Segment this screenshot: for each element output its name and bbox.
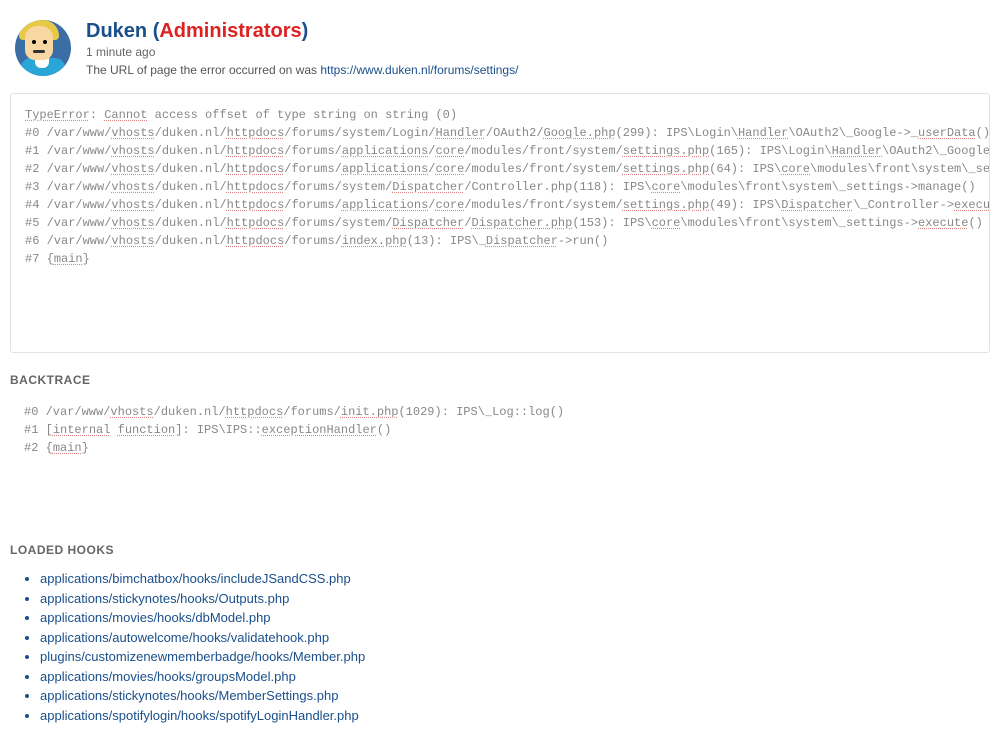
- url-prefix: The URL of page the error occurred on wa…: [86, 63, 320, 77]
- hook-item[interactable]: applications/movies/hooks/dbModel.php: [40, 608, 990, 628]
- hook-item[interactable]: applications/stickynotes/hooks/Outputs.p…: [40, 589, 990, 609]
- error-url-link[interactable]: https://www.duken.nl/forums/settings/: [320, 63, 518, 77]
- post-header: Duken (Administrators) 1 minute ago The …: [10, 10, 990, 87]
- error-traceback: TypeError: Cannot access offset of type …: [10, 93, 990, 353]
- backtrace-title: BACKTRACE: [10, 373, 990, 387]
- backtrace-content: #0 /var/www/vhosts/duken.nl/httpdocs/for…: [10, 393, 990, 533]
- hook-item[interactable]: applications/stickynotes/hooks/MemberSet…: [40, 686, 990, 706]
- hooks-title: LOADED HOOKS: [10, 543, 990, 557]
- avatar[interactable]: [15, 20, 71, 76]
- hook-item[interactable]: applications/bimchatbox/hooks/includeJSa…: [40, 569, 990, 589]
- hook-item[interactable]: applications/autowelcome/hooks/validateh…: [40, 628, 990, 648]
- hook-item[interactable]: applications/spotifylogin/hooks/spotifyL…: [40, 706, 990, 726]
- url-line: The URL of page the error occurred on wa…: [86, 63, 990, 77]
- author-link[interactable]: Duken: [86, 20, 147, 42]
- hooks-list: applications/bimchatbox/hooks/includeJSa…: [10, 563, 990, 725]
- timestamp: 1 minute ago: [86, 45, 990, 59]
- author-line: Duken (Administrators): [86, 20, 990, 43]
- hook-item[interactable]: applications/movies/hooks/groupsModel.ph…: [40, 667, 990, 687]
- hook-item[interactable]: plugins/customizenewmemberbadge/hooks/Me…: [40, 647, 990, 667]
- group-badge: Administrators: [159, 20, 301, 42]
